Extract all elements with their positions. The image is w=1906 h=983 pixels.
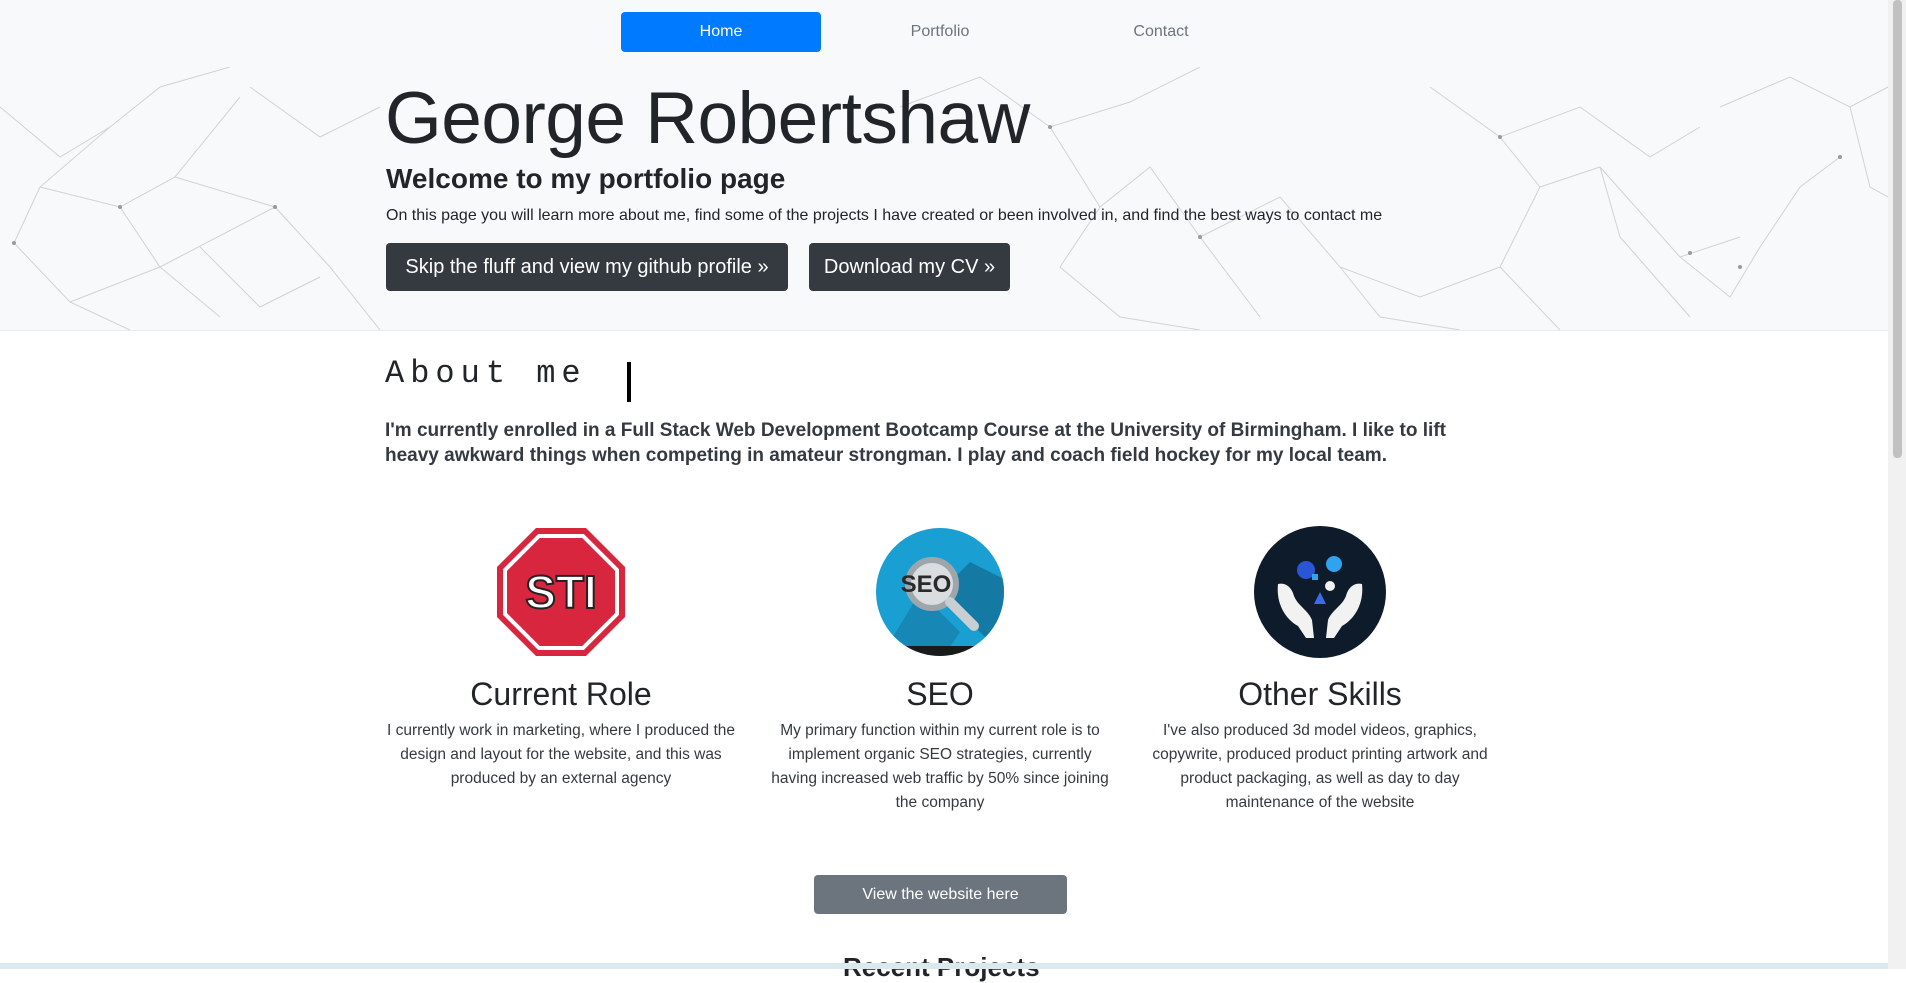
- card-title: Other Skills: [1238, 676, 1402, 712]
- hero-title: George Robertshaw: [385, 78, 1030, 159]
- horizontal-scrollbar[interactable]: [0, 963, 1888, 969]
- nav-home[interactable]: Home: [621, 12, 821, 52]
- stop-sign-icon: STI: [497, 528, 625, 656]
- scrollbar-thumb[interactable]: [1893, 0, 1902, 458]
- view-website-button[interactable]: View the website here: [814, 875, 1067, 914]
- card-title: Current Role: [470, 676, 652, 712]
- nav-contact[interactable]: Contact: [1061, 12, 1261, 52]
- hero-subtitle: Welcome to my portfolio page: [386, 163, 786, 194]
- card-text: My primary function within my current ro…: [771, 722, 1109, 811]
- about-heading: About me: [385, 355, 587, 392]
- seo-magnifier-icon: SEO: [876, 528, 1004, 656]
- navbar: Home Portfolio Contact: [0, 0, 1888, 67]
- card-text: I currently work in marketing, where I p…: [386, 722, 736, 787]
- card-current-role: STI Current Role I currently work in mar…: [371, 522, 751, 791]
- github-profile-button[interactable]: Skip the fluff and view my github profil…: [386, 243, 788, 291]
- hero-jumbotron: George Robertshaw Welcome to my portfoli…: [0, 67, 1888, 331]
- card-seo: SEO SEO My primary function within my cu…: [750, 522, 1130, 815]
- skills-hands-icon: [1254, 526, 1386, 658]
- download-cv-button[interactable]: Download my CV »: [809, 243, 1010, 291]
- nav-portfolio[interactable]: Portfolio: [840, 12, 1040, 52]
- sti-logo-text: STI: [525, 566, 597, 618]
- typing-cursor: [627, 362, 631, 402]
- card-other-skills: Other Skills I've also produced 3d model…: [1130, 522, 1510, 815]
- seo-logo-text: SEO: [901, 571, 952, 598]
- card-text: I've also produced 3d model videos, grap…: [1152, 722, 1488, 811]
- hero-lead: On this page you will learn more about m…: [386, 207, 1383, 224]
- card-title: SEO: [906, 676, 974, 712]
- about-text: I'm currently enrolled in a Full Stack W…: [385, 420, 1446, 466]
